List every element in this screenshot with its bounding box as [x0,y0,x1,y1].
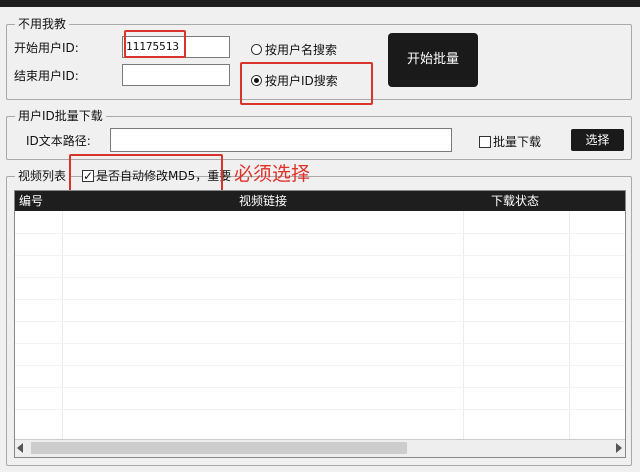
highlight-start-id [124,30,186,58]
row-divider [15,277,625,278]
group-legend: 不用我教 [15,16,70,32]
radio-username-label[interactable]: 按用户名搜索 [265,42,337,58]
group-legend: 用户ID批量下载 [15,108,106,124]
highlight-userid-radio [240,62,373,105]
column-divider [569,211,570,441]
row-divider [15,343,625,344]
scrollbar-thumb[interactable] [31,442,407,454]
row-divider [15,255,625,256]
scroll-left-arrow-icon[interactable] [17,443,23,453]
row-divider [15,387,625,388]
row-divider [15,409,625,410]
row-divider [15,365,625,366]
column-header-id[interactable]: 编号 [19,193,43,209]
row-divider [15,233,625,234]
end-user-id-label: 结束用户ID: [14,69,79,83]
annotation-must-select: 必须选择 [234,163,311,185]
select-button[interactable]: 选择 [571,129,624,151]
highlight-auto-md5 [69,154,223,192]
start-batch-label: 开始批量 [406,52,459,67]
radio-search-by-username[interactable] [251,44,262,55]
end-user-id-input[interactable] [122,64,230,86]
column-header-status[interactable]: 下载状态 [491,193,539,209]
id-path-input[interactable] [110,128,452,152]
group-legend: 视频列表 [15,168,70,184]
video-table[interactable]: 编号 视频链接 下载状态 [14,190,626,458]
start-batch-button[interactable]: 开始批量 [388,33,478,87]
id-path-label: ID文本路径: [26,134,91,148]
column-header-link[interactable]: 视频链接 [239,193,287,209]
row-divider [15,299,625,300]
row-divider [15,321,625,322]
start-user-id-label: 开始用户ID: [14,41,79,55]
table-header: 编号 视频链接 下载状态 [15,191,625,211]
column-divider [463,211,464,441]
column-divider [62,211,63,441]
window-top-bar [0,0,640,7]
select-label: 选择 [585,133,610,147]
batch-download-checkbox[interactable] [479,136,491,148]
scroll-right-arrow-icon[interactable] [616,443,622,453]
batch-download-label[interactable]: 批量下载 [493,134,541,150]
horizontal-scrollbar[interactable] [15,439,625,457]
